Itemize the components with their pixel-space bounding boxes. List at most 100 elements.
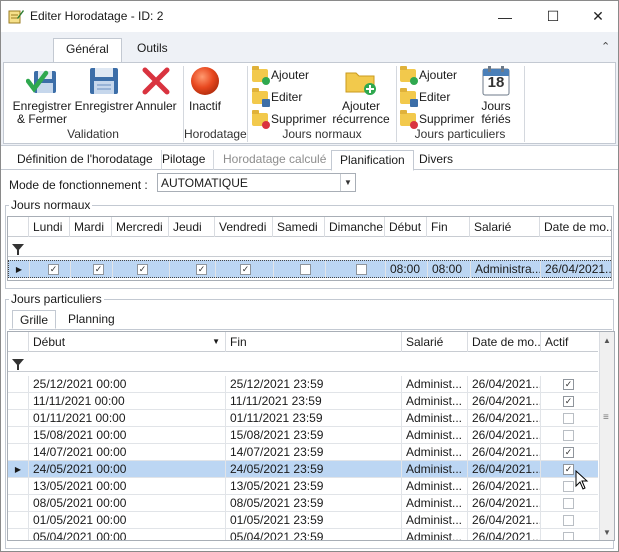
jeudi-checkbox[interactable]: ✓ bbox=[196, 264, 207, 275]
filter-row[interactable] bbox=[8, 237, 611, 257]
debut-cell[interactable]: 01/11/2021 00:00 bbox=[28, 410, 225, 427]
actif-checkbox[interactable] bbox=[563, 532, 574, 540]
tab-grille[interactable]: Grille bbox=[12, 310, 57, 329]
jp-delete-button[interactable]: Supprimer bbox=[400, 109, 474, 129]
tab-planning[interactable]: Planning bbox=[61, 310, 122, 328]
ribbon-tab-general[interactable]: Général bbox=[53, 38, 122, 62]
scroll-down-icon[interactable]: ▼ bbox=[603, 528, 611, 537]
col-mercredi[interactable]: Mercredi bbox=[111, 217, 168, 237]
date-modif-cell[interactable]: 26/04/2021... bbox=[467, 444, 540, 461]
ribbon-collapse-icon[interactable]: ⌃ bbox=[601, 40, 610, 53]
col-jeudi[interactable]: Jeudi bbox=[168, 217, 214, 237]
actif-checkbox[interactable]: ✓ bbox=[563, 464, 574, 475]
table-row[interactable]: 15/08/2021 00:00 15/08/2021 23:59 Administ… bbox=[8, 427, 598, 444]
debut-cell[interactable]: 08:00 bbox=[385, 261, 427, 278]
vendredi-checkbox[interactable]: ✓ bbox=[240, 264, 251, 275]
actif-checkbox[interactable] bbox=[563, 498, 574, 509]
col-vendredi[interactable]: Vendredi bbox=[214, 217, 272, 237]
lundi-checkbox[interactable]: ✓ bbox=[48, 264, 59, 275]
ribbon-tab-outils[interactable]: Outils bbox=[125, 38, 180, 60]
date-modif-cell[interactable]: 26/04/2021... bbox=[467, 529, 540, 540]
jn-add-button[interactable]: Ajouter bbox=[252, 65, 309, 85]
debut-cell[interactable]: 01/05/2021 00:00 bbox=[28, 512, 225, 529]
fin-cell[interactable]: 01/05/2021 23:59 bbox=[225, 512, 401, 529]
date-modif-cell[interactable]: 26/04/2021... bbox=[467, 461, 540, 478]
salarie-cell[interactable]: Administ... bbox=[401, 529, 467, 540]
table-row[interactable]: 05/04/2021 00:00 05/04/2021 23:59 Administ… bbox=[8, 529, 598, 540]
date-modif-cell[interactable]: 26/04/2021... bbox=[467, 427, 540, 444]
samedi-checkbox[interactable] bbox=[300, 264, 311, 275]
mardi-checkbox[interactable]: ✓ bbox=[93, 264, 104, 275]
jn-edit-button[interactable]: Editer bbox=[252, 87, 302, 107]
fin-cell[interactable]: 13/05/2021 23:59 bbox=[225, 478, 401, 495]
mercredi-checkbox[interactable]: ✓ bbox=[137, 264, 148, 275]
salarie-cell[interactable]: Administ... bbox=[401, 393, 467, 410]
funnel-icon[interactable] bbox=[12, 241, 24, 255]
debut-cell[interactable]: 25/12/2021 00:00 bbox=[28, 376, 225, 393]
tab-pilotage[interactable]: Pilotage bbox=[154, 150, 215, 170]
debut-cell[interactable]: 11/11/2021 00:00 bbox=[28, 393, 225, 410]
debut-cell[interactable]: 24/05/2021 00:00 bbox=[28, 461, 225, 478]
fin-cell[interactable]: 11/11/2021 23:59 bbox=[225, 393, 401, 410]
save-button[interactable]: Enregistrer bbox=[74, 65, 134, 113]
col-date-modif[interactable]: Date de mo... bbox=[467, 332, 540, 352]
filter-row[interactable] bbox=[8, 352, 598, 372]
actif-checkbox[interactable] bbox=[563, 430, 574, 441]
actif-checkbox[interactable] bbox=[563, 413, 574, 424]
col-actif[interactable]: Actif bbox=[540, 332, 598, 352]
fin-cell[interactable]: 14/07/2021 23:59 bbox=[225, 444, 401, 461]
actif-checkbox[interactable] bbox=[563, 481, 574, 492]
maximize-button[interactable]: ☐ bbox=[531, 1, 575, 32]
col-debut[interactable]: Début ▼ bbox=[28, 332, 225, 352]
mode-select[interactable]: AUTOMATIQUE ▼ bbox=[157, 173, 356, 192]
chevron-down-icon[interactable]: ▼ bbox=[340, 174, 355, 191]
debut-cell[interactable]: 08/05/2021 00:00 bbox=[28, 495, 225, 512]
table-row[interactable]: 14/07/2021 00:00 14/07/2021 23:59 Administ… bbox=[8, 444, 598, 461]
fin-cell[interactable]: 24/05/2021 23:59 bbox=[225, 461, 401, 478]
debut-cell[interactable]: 13/05/2021 00:00 bbox=[28, 478, 225, 495]
col-lundi[interactable]: Lundi bbox=[28, 217, 69, 237]
table-row[interactable]: 01/11/2021 00:00 01/11/2021 23:59 Administ… bbox=[8, 410, 598, 427]
table-row[interactable]: 11/11/2021 00:00 11/11/2021 23:59 Administ… bbox=[8, 393, 598, 410]
col-samedi[interactable]: Samedi bbox=[272, 217, 324, 237]
fin-cell[interactable]: 15/08/2021 23:59 bbox=[225, 427, 401, 444]
add-recurrence-button[interactable]: Ajouter récurrence bbox=[331, 65, 391, 126]
actif-checkbox[interactable] bbox=[563, 515, 574, 526]
jp-add-button[interactable]: Ajouter bbox=[400, 65, 457, 85]
table-row[interactable]: ▶ ✓ ✓ ✓ ✓ ✓ 08:00 08:00 Administra... 26… bbox=[8, 260, 611, 278]
jp-edit-button[interactable]: Editer bbox=[400, 87, 450, 107]
fin-cell[interactable]: 08/05/2021 23:59 bbox=[225, 495, 401, 512]
scroll-up-icon[interactable]: ▲ bbox=[603, 336, 611, 345]
date-modif-cell[interactable]: 26/04/2021... bbox=[467, 495, 540, 512]
fin-cell[interactable]: 08:00 bbox=[427, 261, 470, 278]
table-row[interactable]: 01/05/2021 00:00 01/05/2021 23:59 Administ… bbox=[8, 512, 598, 529]
date-modif-cell[interactable]: 26/04/2021... bbox=[540, 261, 611, 278]
actif-checkbox[interactable]: ✓ bbox=[563, 396, 574, 407]
minimize-button[interactable]: — bbox=[483, 1, 527, 32]
date-modif-cell[interactable]: 26/04/2021... bbox=[467, 376, 540, 393]
col-date-modif[interactable]: Date de mo... bbox=[539, 217, 611, 237]
salarie-cell[interactable]: Administ... bbox=[401, 461, 467, 478]
table-row[interactable]: 13/05/2021 00:00 13/05/2021 23:59 Administ… bbox=[8, 478, 598, 495]
table-row[interactable]: ▶ 24/05/2021 00:00 24/05/2021 23:59 Adminis… bbox=[8, 461, 598, 478]
fin-cell[interactable]: 25/12/2021 23:59 bbox=[225, 376, 401, 393]
salarie-cell[interactable]: Administ... bbox=[401, 512, 467, 529]
table-row[interactable]: 08/05/2021 00:00 08/05/2021 23:59 Administ… bbox=[8, 495, 598, 512]
jn-delete-button[interactable]: Supprimer bbox=[252, 109, 326, 129]
salarie-cell[interactable]: Administ... bbox=[401, 478, 467, 495]
scroll-thumb-grip-icon[interactable]: ≡ bbox=[603, 413, 611, 423]
date-modif-cell[interactable]: 26/04/2021... bbox=[467, 393, 540, 410]
funnel-icon[interactable] bbox=[12, 356, 24, 370]
debut-cell[interactable]: 15/08/2021 00:00 bbox=[28, 427, 225, 444]
vertical-scrollbar[interactable]: ▲ ≡ ▼ bbox=[599, 332, 614, 540]
close-button[interactable]: ✕ bbox=[576, 1, 618, 32]
table-row[interactable]: 25/12/2021 00:00 25/12/2021 23:59 Administ… bbox=[8, 376, 598, 393]
dimanche-checkbox[interactable] bbox=[356, 264, 367, 275]
salarie-cell[interactable]: Administ... bbox=[401, 376, 467, 393]
tab-planification[interactable]: Planification bbox=[331, 150, 414, 171]
tab-definition[interactable]: Définition de l'horodatage bbox=[9, 150, 162, 170]
col-salarie[interactable]: Salarié bbox=[469, 217, 539, 237]
actif-checkbox[interactable]: ✓ bbox=[563, 379, 574, 390]
fin-cell[interactable]: 05/04/2021 23:59 bbox=[225, 529, 401, 540]
fin-cell[interactable]: 01/11/2021 23:59 bbox=[225, 410, 401, 427]
